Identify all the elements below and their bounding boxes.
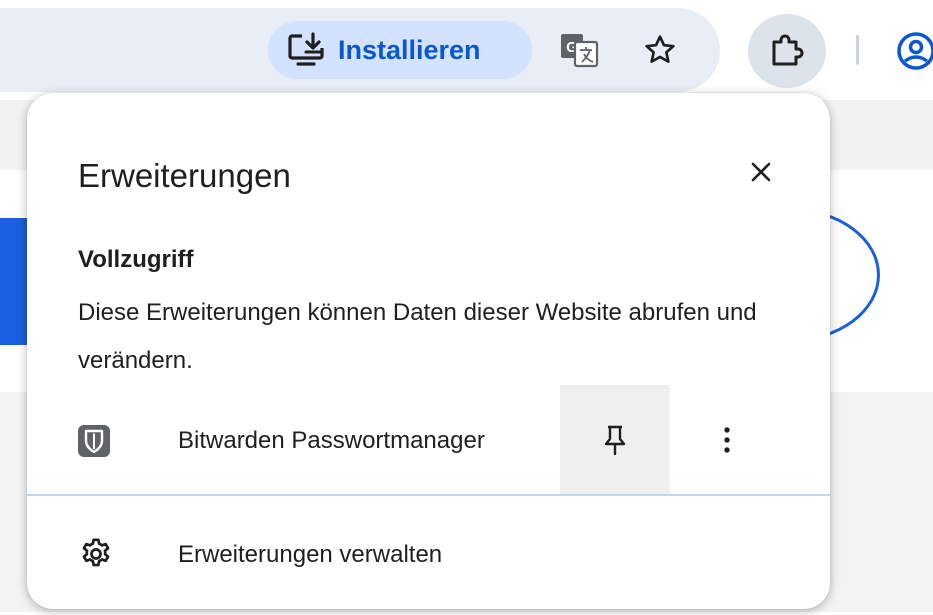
menu-divider (27, 494, 830, 496)
extension-more-options-button[interactable] (702, 415, 752, 465)
toolbar-divider (856, 35, 859, 65)
extension-name: Bitwarden Passwortmanager (178, 427, 485, 454)
extensions-menu: Erweiterungen Vollzugriff Diese Erweiter… (27, 93, 830, 609)
full-access-heading: Vollzugriff (78, 246, 194, 273)
full-access-description: Diese Erweiterungen können Daten dieser … (78, 299, 757, 374)
bitwarden-shield-icon (78, 425, 110, 457)
bookmark-star-icon[interactable] (638, 28, 682, 72)
install-app-button[interactable]: Installieren (268, 21, 532, 79)
popup-title: Erweiterungen (78, 157, 291, 194)
browser-toolbar: Installieren G (0, 0, 933, 100)
extensions-button[interactable] (748, 14, 826, 88)
manage-extensions-item[interactable]: Erweiterungen verwalten (27, 497, 830, 609)
profile-icon[interactable] (893, 28, 933, 74)
manage-extensions-label: Erweiterungen verwalten (178, 541, 443, 568)
close-icon (749, 160, 773, 184)
install-app-label: Installieren (338, 34, 481, 65)
pin-extension-button[interactable] (560, 385, 670, 495)
more-vert-icon (723, 426, 731, 454)
gear-icon (79, 537, 115, 573)
install-app-icon (286, 30, 326, 70)
close-button[interactable] (739, 150, 783, 194)
pin-icon (603, 425, 627, 455)
extension-row-bitwarden[interactable]: Bitwarden Passwortmanager (27, 385, 830, 495)
extensions-puzzle-icon (769, 33, 805, 69)
translate-icon[interactable]: G (557, 30, 601, 70)
